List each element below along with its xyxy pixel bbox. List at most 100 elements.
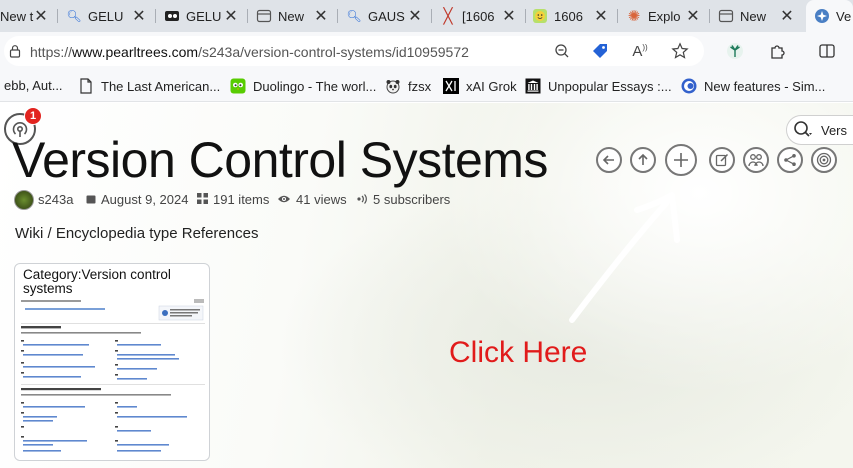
claude-icon: ✺ <box>627 8 641 25</box>
close-icon[interactable]: ✕ <box>778 7 796 25</box>
subscribers-count: 5 subscribers <box>356 192 450 207</box>
address-bar[interactable]: https://www.pearltrees.com/s243a/version… <box>4 36 704 66</box>
simplenote-icon <box>681 78 697 94</box>
tab-10-active[interactable]: Ve <box>806 0 853 32</box>
close-icon[interactable]: ✕ <box>312 7 330 25</box>
url-host: www.pearltrees.com <box>72 44 199 60</box>
bookmark-1[interactable]: ebb, Aut... <box>4 78 63 93</box>
bookmark-5[interactable]: xAI Grok <box>443 78 517 94</box>
card-title: Category:Version control systems <box>23 267 171 296</box>
close-icon[interactable]: ✕ <box>406 7 424 25</box>
tab-6[interactable]: ╳ [1606 ✕ <box>440 0 524 32</box>
page-content: 1 Vers Version Control Systems s243a Aug… <box>0 103 853 468</box>
bookmark-label: ebb, Aut... <box>4 78 63 93</box>
tab-title: Ve <box>836 8 852 24</box>
tab-separator <box>247 9 248 23</box>
pearltrees-icon <box>814 8 830 24</box>
back-button[interactable] <box>596 147 622 173</box>
tab-3[interactable]: GELU ✕ <box>164 0 246 32</box>
tab-9[interactable]: New ✕ <box>718 0 802 32</box>
xai-icon <box>443 78 459 94</box>
bookmark-7[interactable]: New features - Sim... <box>681 78 825 94</box>
card-thumbnail <box>19 298 207 460</box>
x-logo-icon: ╳ <box>443 8 453 25</box>
tab-icon <box>718 8 734 24</box>
zoom-out-icon[interactable] <box>552 41 572 61</box>
search-icon[interactable] <box>793 120 815 145</box>
tab-separator <box>337 9 338 23</box>
bookmark-3[interactable]: Duolingo - The worl... <box>230 78 376 94</box>
address-bar-row: https://www.pearltrees.com/s243a/version… <box>0 32 853 70</box>
annotation-arrow <box>569 192 680 323</box>
bookmark-4[interactable]: fzsx <box>385 78 431 94</box>
close-icon[interactable]: ✕ <box>592 7 610 25</box>
close-icon[interactable]: ✕ <box>500 7 518 25</box>
bookmarks-bar: ebb, Aut... The Last American... Duoling… <box>0 70 853 102</box>
search-input[interactable]: Vers <box>821 123 847 138</box>
tab-8[interactable]: ✺ Explo ✕ <box>626 0 708 32</box>
tab-4[interactable]: New ✕ <box>256 0 336 32</box>
video-icon <box>164 8 180 24</box>
eye-icon <box>277 193 291 207</box>
extension-palm-icon[interactable] <box>725 41 745 61</box>
url-text[interactable]: https://www.pearltrees.com/s243a/version… <box>30 44 469 60</box>
subscribers-text: 5 subscribers <box>373 192 451 207</box>
smiley-icon <box>532 8 548 24</box>
tab-5[interactable]: 🔍︎ GAUS ✕ <box>346 0 430 32</box>
close-icon[interactable]: ✕ <box>130 7 148 25</box>
favorite-star-icon[interactable] <box>670 41 690 61</box>
search-icon: 🔍︎ <box>346 9 362 23</box>
tab-separator <box>431 9 432 23</box>
document-icon <box>78 78 94 94</box>
broadcast-icon <box>356 193 368 207</box>
tab-separator <box>155 9 156 23</box>
tab-1[interactable]: New t ✕ <box>0 0 56 32</box>
views-text: 41 views <box>296 192 347 207</box>
search-box[interactable]: Vers <box>786 115 853 145</box>
duolingo-icon <box>230 78 246 94</box>
lock-icon[interactable] <box>8 44 22 58</box>
subscribe-button[interactable] <box>811 147 837 173</box>
items-text: 191 items <box>213 192 270 207</box>
grid-icon <box>197 192 208 207</box>
up-button[interactable] <box>630 147 656 173</box>
avatar[interactable] <box>14 190 34 210</box>
click-here-annotation: Click Here <box>449 336 588 369</box>
close-icon[interactable]: ✕ <box>222 7 240 25</box>
panda-icon <box>385 78 401 94</box>
share-button[interactable] <box>777 147 803 173</box>
views-count: 41 views <box>277 192 347 207</box>
extensions-puzzle-icon[interactable] <box>768 41 788 61</box>
edit-button[interactable] <box>709 147 735 173</box>
tab-2[interactable]: 🔍︎ GELU ✕ <box>66 0 154 32</box>
target-icon <box>816 152 832 168</box>
bookmark-label: New features - Sim... <box>704 78 826 94</box>
arrow-up-icon <box>638 153 648 165</box>
tab-separator <box>57 9 58 23</box>
read-aloud-icon[interactable]: A)) <box>630 41 650 61</box>
add-button[interactable] <box>665 144 697 176</box>
split-screen-icon[interactable] <box>817 41 837 61</box>
tab-separator <box>525 9 526 23</box>
items-count: 191 items <box>197 192 269 207</box>
bookmark-label: xAI Grok <box>466 78 517 94</box>
tab-separator <box>617 9 618 23</box>
pearl-card[interactable]: Category:Version control systems <box>14 263 210 461</box>
bookmark-6[interactable]: Unpopular Essays :... <box>525 78 672 94</box>
bookmark-label: Unpopular Essays :... <box>548 78 672 94</box>
edit-icon <box>715 153 729 167</box>
bookmark-label: fzsx <box>408 78 432 94</box>
bookmark-label: The Last American... <box>101 78 221 94</box>
author-link[interactable]: s243a <box>38 192 73 207</box>
date-item: August 9, 2024 <box>86 192 188 207</box>
close-icon[interactable]: ✕ <box>684 7 702 25</box>
tab-strip: New t ✕ 🔍︎ GELU ✕ GELU ✕ New ✕ 🔍︎ GAUS ✕… <box>0 0 853 32</box>
bookmark-2[interactable]: The Last American... <box>78 78 220 94</box>
url-scheme: https:// <box>30 44 73 60</box>
coupon-tag-icon[interactable] <box>590 41 610 61</box>
share-icon <box>784 154 796 166</box>
search-icon: 🔍︎ <box>66 9 82 23</box>
close-icon[interactable]: ✕ <box>32 7 50 25</box>
tab-7[interactable]: 1606 ✕ <box>532 0 616 32</box>
team-button[interactable] <box>743 147 769 173</box>
